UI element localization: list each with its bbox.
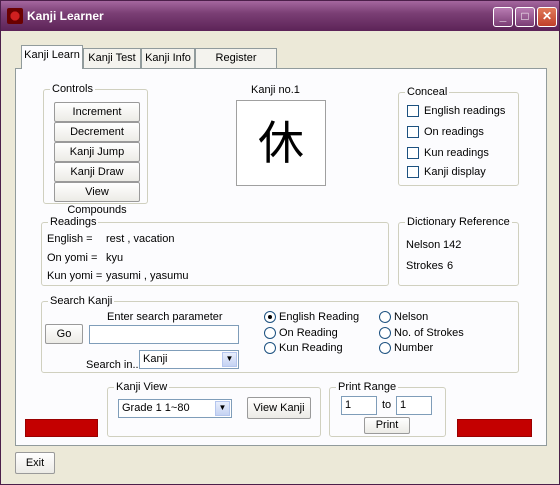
search-in-label: Search in...	[86, 359, 142, 371]
dictionary-group: Dictionary Reference	[398, 216, 519, 286]
tab-kanji-learn[interactable]: Kanji Learn	[21, 45, 83, 69]
conceal-english-label: English readings	[424, 105, 506, 117]
conceal-kun-checkbox[interactable]	[407, 147, 419, 159]
nelson-value: 142	[443, 239, 462, 251]
conceal-kanji-label: Kanji display	[424, 166, 486, 178]
right-status-bar	[457, 419, 532, 437]
radio-number-label: Number	[394, 342, 434, 354]
kun-yomi-label: Kun yomi =	[47, 270, 103, 282]
radio-english-reading-label: English Reading	[279, 311, 360, 323]
english-reading-value: rest , vacation	[106, 233, 175, 245]
conceal-on-label: On readings	[424, 126, 484, 138]
search-prompt: Enter search parameter	[107, 311, 223, 323]
english-reading-label: English =	[47, 233, 93, 245]
grade-select[interactable]: Grade 1 1~80 ▼	[118, 399, 232, 418]
minimize-button[interactable]: _	[493, 7, 513, 27]
search-in-value: Kanji	[143, 353, 168, 365]
controls-legend: Controls	[52, 83, 93, 95]
search-in-select[interactable]: Kanji ▼	[139, 350, 239, 369]
radio-nelson[interactable]	[379, 311, 391, 323]
radio-strokes[interactable]	[379, 327, 391, 339]
radio-english-reading[interactable]	[264, 311, 276, 323]
on-yomi-label: On yomi =	[47, 252, 98, 264]
kanji-draw-button[interactable]: Kanji Draw	[54, 162, 140, 182]
close-button[interactable]: ✕	[537, 7, 557, 27]
print-from-input[interactable]: 1	[341, 396, 377, 415]
chevron-down-icon[interactable]: ▼	[215, 401, 230, 416]
title-bar[interactable]: Kanji Learner _ □ ✕	[1, 1, 559, 31]
radio-on-reading[interactable]	[264, 327, 276, 339]
go-button[interactable]: Go	[45, 324, 83, 344]
increment-button[interactable]: Increment	[54, 102, 140, 122]
exit-button[interactable]: Exit	[15, 452, 55, 474]
radio-nelson-label: Nelson	[394, 311, 429, 323]
print-range-legend: Print Range	[338, 381, 397, 393]
radio-number[interactable]	[379, 342, 391, 354]
radio-kun-reading-label: Kun Reading	[279, 342, 343, 354]
search-legend: Search Kanji	[50, 295, 113, 307]
tab-kanji-test[interactable]: Kanji Test	[83, 48, 141, 68]
left-status-bar	[25, 419, 98, 437]
conceal-kun-label: Kun readings	[424, 147, 489, 159]
window-title: Kanji Learner	[27, 9, 104, 23]
radio-on-reading-label: On Reading	[279, 327, 338, 339]
kanji-display: 休	[236, 100, 326, 186]
chevron-down-icon[interactable]: ▼	[222, 352, 237, 367]
print-to-label: to	[382, 399, 392, 411]
conceal-kanji-checkbox[interactable]	[407, 166, 419, 178]
readings-legend: Readings	[50, 216, 97, 228]
conceal-english-checkbox[interactable]	[407, 105, 419, 117]
radio-strokes-label: No. of Strokes	[394, 327, 464, 339]
kun-yomi-value: yasumi , yasumu	[106, 270, 189, 282]
view-compounds-button[interactable]: View Compounds	[54, 182, 140, 216]
on-yomi-value: kyu	[106, 252, 124, 264]
kanji-view-legend: Kanji View	[116, 381, 168, 393]
tab-kanji-info[interactable]: Kanji Info	[141, 48, 195, 68]
print-button[interactable]: Print	[364, 417, 410, 434]
kanji-jump-button[interactable]: Kanji Jump	[54, 142, 140, 162]
search-input[interactable]	[89, 325, 239, 344]
conceal-on-checkbox[interactable]	[407, 126, 419, 138]
maximize-button[interactable]: □	[515, 7, 535, 27]
tab-register[interactable]: Register	[195, 48, 277, 68]
conceal-legend: Conceal	[407, 86, 448, 98]
nelson-label: Nelson	[406, 239, 441, 251]
strokes-value: 6	[447, 260, 454, 272]
strokes-label: Strokes	[406, 260, 444, 272]
print-to-input[interactable]: 1	[396, 396, 432, 415]
decrement-button[interactable]: Decrement	[54, 122, 140, 142]
app-icon	[7, 8, 23, 24]
grade-select-value: Grade 1 1~80	[122, 402, 190, 414]
app-window: Kanji Learner _ □ ✕ Kanji Learn Kanji Te…	[0, 0, 560, 485]
view-kanji-button[interactable]: View Kanji	[247, 397, 311, 419]
dictionary-legend: Dictionary Reference	[407, 216, 510, 228]
radio-kun-reading[interactable]	[264, 342, 276, 354]
kanji-number-label: Kanji no.1	[251, 84, 300, 96]
